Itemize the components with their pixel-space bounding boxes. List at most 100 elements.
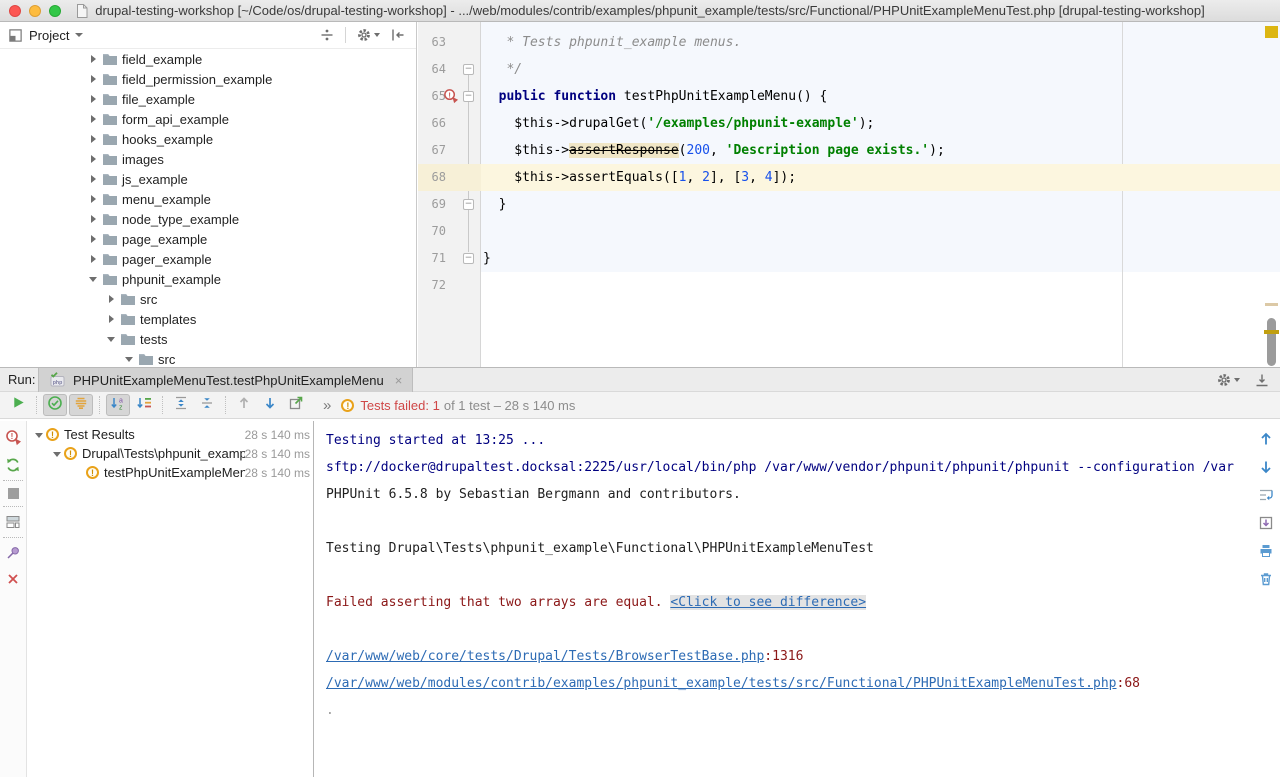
- chevron-collapsed-icon[interactable]: [88, 253, 100, 265]
- chevron-collapsed-icon[interactable]: [88, 53, 100, 65]
- toggle-auto-test-button[interactable]: [5, 457, 21, 473]
- rerun-button[interactable]: [6, 394, 30, 416]
- test-tree-item[interactable]: !testPhpUnitExampleMenu28 s 140 ms: [28, 463, 313, 482]
- tree-item-file_example[interactable]: file_example: [0, 89, 416, 109]
- line-number: 68: [420, 164, 446, 191]
- chevron-collapsed-icon[interactable]: [88, 73, 100, 85]
- import-test-results-button[interactable]: [284, 394, 308, 416]
- clear-all-button[interactable]: [1258, 571, 1274, 587]
- tree-item-templates[interactable]: templates: [0, 309, 416, 329]
- fold-marker-icon[interactable]: −: [463, 91, 474, 102]
- code-line-71[interactable]: }: [483, 245, 1280, 272]
- restore-layout-button[interactable]: [5, 514, 21, 530]
- code-line-70[interactable]: [483, 218, 1280, 245]
- project-settings-button[interactable]: [356, 27, 380, 43]
- splitter[interactable]: [313, 421, 314, 777]
- chevron-collapsed-icon[interactable]: [88, 113, 100, 125]
- chevron-collapsed-icon[interactable]: [88, 233, 100, 245]
- more-actions-chevron[interactable]: »: [323, 397, 331, 414]
- tree-item-form_api_example[interactable]: form_api_example: [0, 109, 416, 129]
- fold-marker-icon[interactable]: −: [463, 253, 474, 264]
- tree-item-field_permission_example[interactable]: field_permission_example: [0, 69, 416, 89]
- chevron-collapsed-icon[interactable]: [88, 133, 100, 145]
- chevron-down-icon[interactable]: [75, 33, 83, 37]
- next-message-button[interactable]: [1258, 459, 1274, 475]
- tree-item-js_example[interactable]: js_example: [0, 169, 416, 189]
- tree-item-phpunit_example[interactable]: phpunit_example: [0, 269, 416, 289]
- error-stripe-status-square[interactable]: [1265, 26, 1278, 38]
- tree-item-src[interactable]: src: [0, 289, 416, 309]
- stop-button[interactable]: [8, 488, 19, 499]
- stack-trace-link[interactable]: /var/www/web/core/tests/Drupal/Tests/Bro…: [326, 649, 764, 664]
- test-tree-item[interactable]: !Drupal\Tests\phpunit_example28 s 140 ms: [28, 444, 313, 463]
- test-failed-gutter-icon[interactable]: !: [443, 88, 459, 109]
- test-tree-item[interactable]: !Test Results28 s 140 ms: [28, 425, 313, 444]
- chevron-expanded-icon[interactable]: [52, 448, 64, 460]
- fold-marker-icon[interactable]: −: [463, 199, 474, 210]
- soft-wrap-button[interactable]: [1258, 487, 1275, 503]
- chevron-collapsed-icon[interactable]: [88, 153, 100, 165]
- close-window-button[interactable]: [9, 5, 21, 17]
- code-line-64[interactable]: */: [483, 56, 1280, 83]
- tree-item-label: page_example: [122, 232, 207, 247]
- tree-item-menu_example[interactable]: menu_example: [0, 189, 416, 209]
- editor-scrollbar-thumb[interactable]: [1267, 318, 1276, 366]
- chevron-expanded-icon[interactable]: [124, 353, 136, 365]
- close-run-panel-button[interactable]: [6, 572, 20, 586]
- chevron-collapsed-icon[interactable]: [88, 93, 100, 105]
- scroll-from-source-button[interactable]: [319, 27, 335, 43]
- tree-item-label: field_permission_example: [122, 72, 272, 87]
- hide-project-panel-button[interactable]: [390, 27, 406, 43]
- code-line-63[interactable]: * Tests phpunit_example menus.: [483, 29, 1280, 56]
- chevron-collapsed-icon[interactable]: [88, 173, 100, 185]
- tree-item-src[interactable]: src: [0, 349, 416, 367]
- code-line-72[interactable]: [483, 272, 1280, 299]
- expand-all-button[interactable]: [169, 394, 193, 416]
- code-line-68[interactable]: $this->assertEquals([1, 2], [3, 4]);: [483, 164, 1280, 191]
- tree-item-hooks_example[interactable]: hooks_example: [0, 129, 416, 149]
- previous-message-button[interactable]: [1258, 431, 1274, 447]
- stack-trace-link[interactable]: /var/www/web/modules/contrib/examples/ph…: [326, 676, 1117, 691]
- project-panel-title[interactable]: Project: [29, 28, 69, 43]
- tree-item-page_example[interactable]: page_example: [0, 229, 416, 249]
- run-configuration-tab[interactable]: php PHPUnitExampleMenuTest.testPhpUnitEx…: [38, 368, 413, 392]
- tree-item-node_type_example[interactable]: node_type_example: [0, 209, 416, 229]
- tree-item-field_example[interactable]: field_example: [0, 49, 416, 69]
- fold-marker-icon[interactable]: −: [463, 64, 474, 75]
- chevron-expanded-icon[interactable]: [106, 333, 118, 345]
- chevron-collapsed-icon[interactable]: [88, 213, 100, 225]
- code-line-69[interactable]: }: [483, 191, 1280, 218]
- chevron-collapsed-icon[interactable]: [88, 193, 100, 205]
- collapse-all-button[interactable]: [195, 394, 219, 416]
- warning-stripe-mark[interactable]: [1264, 330, 1279, 334]
- close-tab-button[interactable]: ×: [395, 373, 403, 388]
- tree-item-pager_example[interactable]: pager_example: [0, 249, 416, 269]
- editor[interactable]: 63 * Tests phpunit_example menus.64− */6…: [418, 22, 1280, 367]
- minimize-window-button[interactable]: [29, 5, 41, 17]
- sort-by-duration-toggle[interactable]: [132, 394, 156, 416]
- warning-stripe-mark[interactable]: [1265, 303, 1278, 306]
- rerun-failed-tests-button[interactable]: !: [5, 429, 22, 446]
- run-settings-button[interactable]: [1216, 372, 1240, 388]
- chevron-collapsed-icon[interactable]: [106, 293, 118, 305]
- console-output[interactable]: Testing started at 13:25 ...sftp://docke…: [315, 421, 1252, 777]
- see-difference-link[interactable]: <Click to see difference>: [670, 595, 866, 610]
- tree-item-images[interactable]: images: [0, 149, 416, 169]
- tree-item-tests[interactable]: tests: [0, 329, 416, 349]
- sort-alphabetically-toggle[interactable]: az: [106, 394, 130, 416]
- show-passed-toggle[interactable]: [43, 394, 67, 416]
- next-failed-test-button[interactable]: [258, 394, 282, 416]
- chevron-expanded-icon[interactable]: [88, 273, 100, 285]
- code-line-65[interactable]: public function testPhpUnitExampleMenu()…: [483, 83, 1280, 110]
- chevron-collapsed-icon[interactable]: [106, 313, 118, 325]
- show-ignored-toggle[interactable]: [69, 394, 93, 416]
- pin-tab-button[interactable]: [5, 545, 21, 561]
- code-line-66[interactable]: $this->drupalGet('/examples/phpunit-exam…: [483, 110, 1280, 137]
- zoom-window-button[interactable]: [49, 5, 61, 17]
- print-button[interactable]: [1258, 543, 1274, 559]
- code-line-67[interactable]: $this->assertResponse(200, 'Description …: [483, 137, 1280, 164]
- previous-failed-test-button[interactable]: [232, 394, 256, 416]
- scroll-to-end-button[interactable]: [1258, 515, 1274, 531]
- chevron-expanded-icon[interactable]: [34, 429, 46, 441]
- hide-run-panel-button[interactable]: [1254, 372, 1270, 388]
